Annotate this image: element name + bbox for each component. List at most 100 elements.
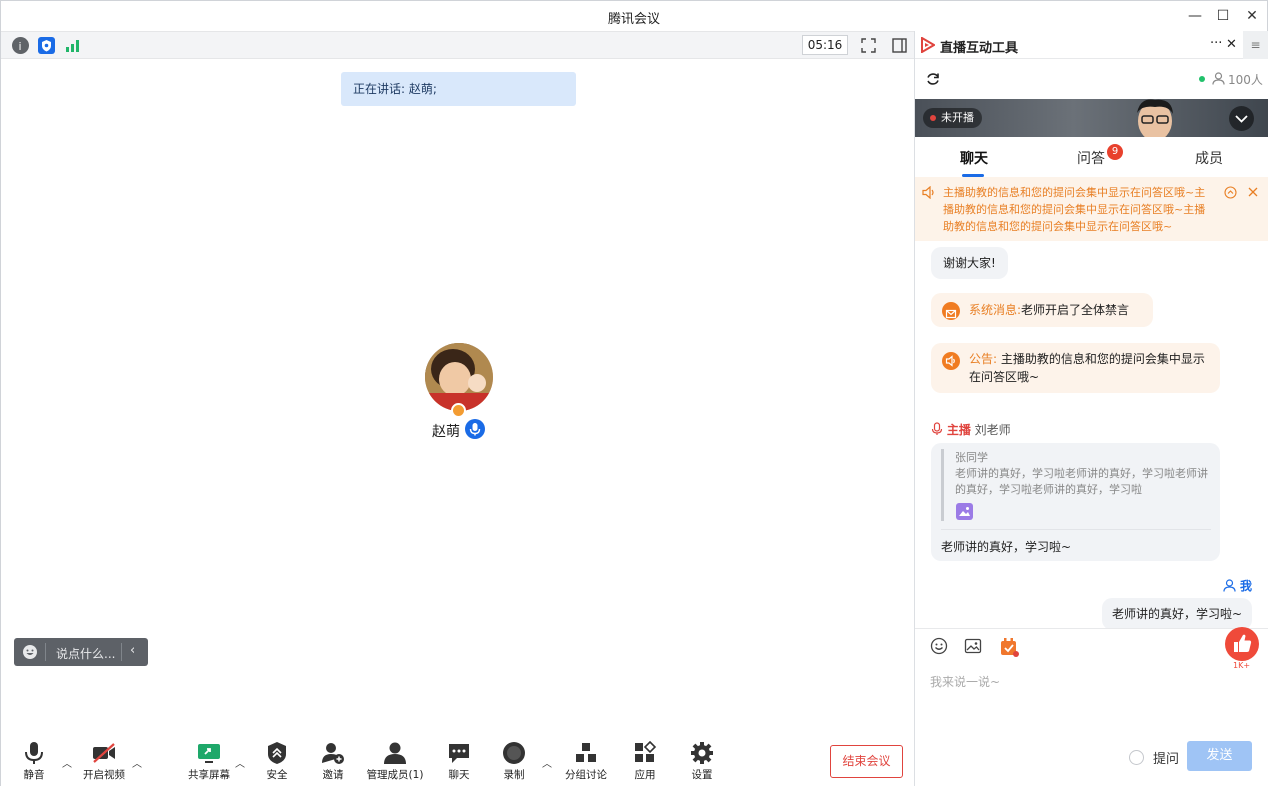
microphone-icon [25,742,43,764]
person-icon [1223,579,1236,592]
panel-status-row: 100人 [915,59,1268,99]
mute-button[interactable]: 静音 [21,741,47,782]
end-meeting-button[interactable]: 结束会议 [830,745,903,778]
my-message: 老师讲的真好，学习啦~ [1101,598,1252,628]
emoji-icon[interactable] [930,637,948,655]
live-status-text: 未开播 [941,111,974,124]
announcement-label: 公告: [969,352,998,366]
host-name: 刘老师 [974,423,1011,437]
mic-active-icon [465,419,485,439]
participant-avatar[interactable] [425,343,493,411]
share-screen-icon [198,744,220,763]
quote-bar [941,449,944,521]
start-video-label: 开启视频 [83,769,125,781]
announcement-text: 主播助教的信息和您的提问会集中显示在问答区哦~ [969,352,1205,384]
image-icon[interactable] [956,503,973,520]
side-panel-toggle-icon[interactable] [891,37,908,54]
manage-members-label: 管理成员(1) [366,769,424,781]
ask-question-label: 提问 [1153,752,1180,767]
share-screen-button[interactable]: 共享屏幕 [185,741,233,782]
settings-label: 设置 [691,769,713,781]
like-count: 1K+ [1233,661,1251,670]
announcement-message: 公告: 主播助教的信息和您的提问会集中显示在问答区哦~ [931,343,1220,393]
send-button[interactable]: 发送 [1187,741,1252,771]
chat-message: 谢谢大家! [931,247,1008,279]
panel-header: 直播互动工具 ··· ✕ ≡ [915,31,1268,59]
chat-button[interactable]: 聊天 [446,741,472,782]
chat-input[interactable]: 我来说一说~ [930,673,1000,690]
close-notice-icon[interactable] [1247,186,1259,198]
meeting-timer: 05:16 [802,35,848,55]
manage-members-button[interactable]: 管理成员(1) [365,741,425,782]
ask-question-checkbox[interactable] [1129,750,1144,765]
online-dot [1199,76,1205,82]
panel-tabs: 聊天 问答 9 成员 [915,137,1268,177]
quote-author: 张同学 [955,451,988,464]
like-button[interactable] [1225,627,1259,661]
presenter-thumbnail [1137,99,1173,137]
audio-options-caret-icon[interactable]: ︿ [62,755,72,770]
host-reply-card: 张同学 老师讲的真好，学习啦老师讲的真好，学习啦老师讲的真好，学习啦老师讲的真好… [931,443,1220,561]
start-video-button[interactable]: 开启视频 [80,741,128,782]
fullscreen-icon[interactable] [860,37,877,54]
danmu-divider [121,643,122,661]
video-options-caret-icon[interactable]: ︿ [132,755,142,770]
sign-in-calendar-icon[interactable] [999,637,1019,657]
refresh-icon[interactable] [925,71,941,87]
meeting-toolbar: 静音 ︿ 开启视频 ︿ 共享屏幕 ︿ 安全 邀请 管理成员(1) 聊天 录制 ︿… [1,733,914,786]
invite-button[interactable]: 邀请 [320,741,346,782]
my-message-header: 我 [1223,577,1252,594]
panel-title: 直播互动工具 [940,41,1019,56]
record-label: 录制 [503,769,525,781]
video-off-icon [93,743,115,763]
security-icon [268,742,286,764]
info-icon[interactable]: i [12,37,29,54]
gear-icon [691,742,713,764]
emoji-icon[interactable] [22,644,38,660]
live-tool-logo-icon [921,37,935,53]
settings-button[interactable]: 设置 [689,741,715,782]
security-button[interactable]: 安全 [263,741,291,782]
tab-chat[interactable]: 聊天 [960,148,988,168]
tab-qa[interactable]: 问答 [1077,148,1105,168]
live-interaction-panel: 直播互动工具 ··· ✕ ≡ 100人 未开播 聊天 问答 9 成员 主播助教的… [915,31,1268,786]
minimize-button[interactable]: — [1184,6,1206,26]
chevron-left-icon[interactable]: ‹ [130,643,135,658]
participant-name: 赵萌 [432,424,460,440]
image-upload-icon[interactable] [964,637,982,655]
chat-label: 聊天 [448,769,470,781]
more-icon[interactable]: ··· [1210,36,1222,51]
panel-close-icon[interactable]: ✕ [1226,37,1237,52]
chat-icon [449,744,469,763]
signal-icon[interactable] [64,37,81,54]
mail-icon [942,302,960,320]
record-options-caret-icon[interactable]: ︿ [542,755,552,770]
status-dot [930,115,936,121]
online-count: 100人 [1228,73,1263,87]
close-button[interactable]: ✕ [1241,6,1263,26]
shield-icon[interactable] [38,37,55,54]
share-options-caret-icon[interactable]: ︿ [235,755,245,770]
host-tag: 主播 [946,423,971,437]
svg-text:i: i [19,40,22,53]
breakout-button[interactable]: 分组讨论 [562,741,610,782]
speaker-icon [922,186,934,199]
live-preview-banner[interactable]: 未开播 [915,99,1268,137]
collapse-banner-button[interactable] [1229,106,1254,131]
record-button[interactable]: 录制 [501,741,527,782]
title-bar: 腾讯会议 — ☐ ✕ [1,1,1267,31]
maximize-button[interactable]: ☐ [1212,6,1234,26]
system-message: 系统消息:老师开启了全体禁言 [931,293,1153,327]
speaking-indicator: 正在讲话: 赵萌; [341,72,576,106]
collapse-notice-icon[interactable] [1224,186,1237,199]
tab-members[interactable]: 成员 [1195,148,1223,168]
menu-icon[interactable]: ≡ [1243,31,1268,59]
meeting-window: 腾讯会议 — ☐ ✕ i 05:16 正在讲话: 赵萌; 赵萌 说点什么... … [0,0,1268,786]
system-message-text: 老师开启了全体禁言 [1021,303,1130,317]
record-icon [503,742,525,764]
live-status-badge: 未开播 [923,108,982,128]
apps-button[interactable]: 应用 [632,741,658,782]
danmu-input[interactable]: 说点什么... ‹ [14,638,148,666]
system-message-label: 系统消息: [969,303,1022,317]
members-icon [384,742,406,764]
